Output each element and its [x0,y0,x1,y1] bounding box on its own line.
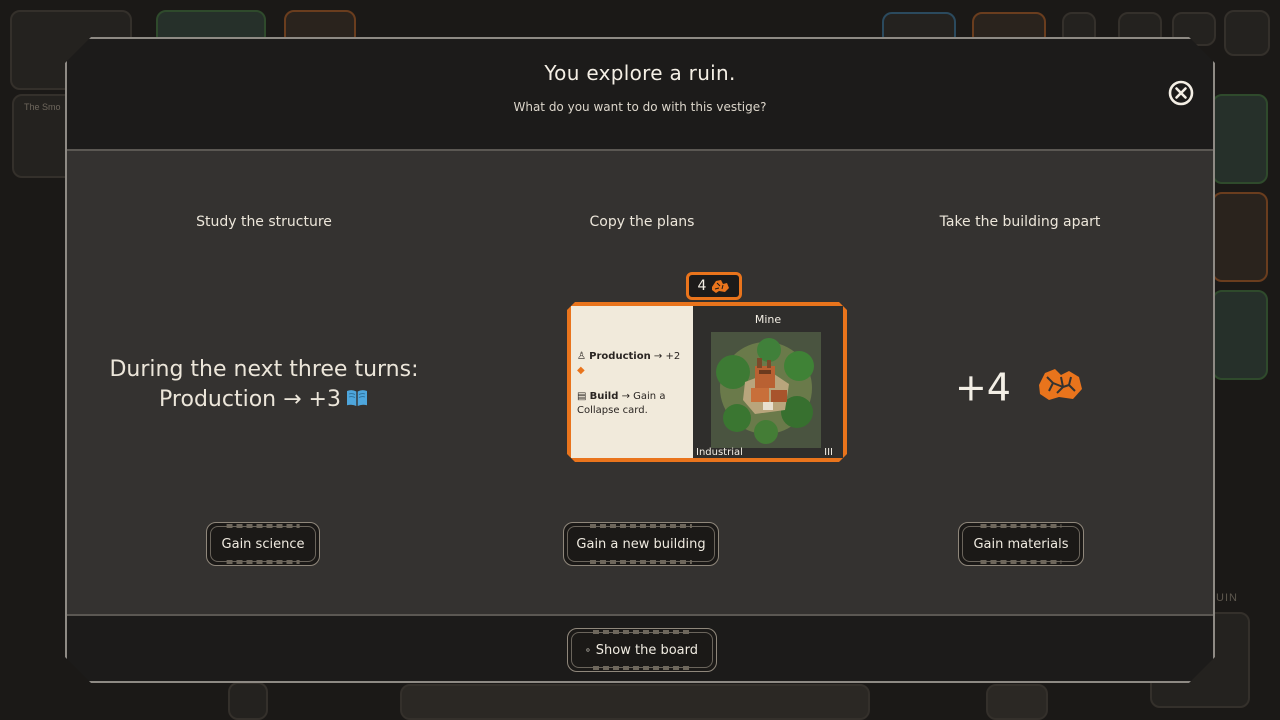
ruin-dialog: You explore a ruin. What do you want to … [65,37,1215,683]
dialog-subtitle: What do you want to do with this vestige… [513,100,767,114]
card-frame: ♙ Production → +2 ◆ ▤ Build → Gain a Col… [567,302,847,462]
cost-badge: 4 [686,272,742,300]
bg-card [1212,94,1268,184]
science-effect: During the next three turns: Production … [75,355,453,417]
button-frame: Gain materials [962,526,1080,562]
option-heading: Take the building apart [939,214,1101,230]
effect-line: During the next three turns: [109,357,419,382]
mine-illustration [711,332,821,448]
close-circle-icon [586,643,590,657]
build-effect: ▤ Build → Gain a Collapse card. [577,390,689,418]
gain-materials-button[interactable]: Gain materials [958,522,1084,566]
bg-card [1212,290,1268,380]
dialog-title: You explore a ruin. [544,61,736,85]
materials-icon [710,278,730,294]
button-frame: Show the board [571,632,713,668]
button-label: Gain a new building [576,536,706,552]
effect-value: → +2 [653,351,681,362]
card-art-panel: Mine Industrial III [693,306,843,458]
bg-panel [400,684,870,720]
effect-keyword: Build [589,391,619,402]
close-button[interactable] [1167,79,1195,107]
ornament [590,524,692,528]
ornament [590,560,692,564]
option-heading: Study the structure [196,214,332,230]
bg-panel [228,682,268,720]
button-label: Gain materials [973,536,1069,552]
effect-line: Production → +3 [159,387,341,412]
close-circle-icon [1167,79,1195,107]
ornament [227,560,300,564]
ornament [980,560,1061,564]
option-take-apart: Take the building apart +4 Gain material… [831,151,1209,614]
button-label: Gain science [221,536,305,552]
bg-panel [986,684,1048,720]
ornament [593,630,691,634]
dialog-header: You explore a ruin. What do you want to … [67,39,1213,149]
bg-card [1212,192,1268,282]
building-card: ♙ Production → +2 ◆ ▤ Build → Gain a Col… [567,285,849,463]
worker-icon: ♙ [577,351,586,362]
bg-panel [1224,10,1270,56]
option-heading: Copy the plans [589,214,695,230]
options-area: Study the structure During the next thre… [67,149,1213,616]
gain-building-button[interactable]: Gain a new building [563,522,719,566]
gain-value: +4 [954,365,1011,410]
book-icon [345,387,369,417]
ornament [980,524,1061,528]
gain-science-button[interactable]: Gain science [206,522,320,566]
materials-icon: ◆ [577,365,585,376]
cost-value: 4 [697,278,707,294]
card-category: Industrial [696,447,743,458]
build-icon: ▤ [577,391,587,402]
ornament [227,524,300,528]
option-copy: Copy the plans ♙ Production → +2 ◆ ▤ Bui… [453,151,831,614]
button-frame: Gain a new building [567,526,715,562]
option-study: Study the structure During the next thre… [75,151,453,614]
bg-note-text: The Smo [24,102,61,112]
dialog-footer: Show the board [67,616,1213,685]
card-body: ♙ Production → +2 ◆ ▤ Build → Gain a Col… [571,306,843,458]
card-name: Mine [754,313,782,326]
effect-keyword: Production [589,351,651,362]
button-frame: Gain science [210,526,316,562]
button-label: Show the board [595,642,698,658]
production-effect: ♙ Production → +2 ◆ [577,350,689,378]
card-effects: ♙ Production → +2 ◆ ▤ Build → Gain a Col… [571,306,693,458]
effect-line-2: Production → +3 [75,385,453,417]
ornament [593,666,691,670]
show-board-button[interactable]: Show the board [567,628,717,672]
materials-gain: +4 [831,363,1209,412]
materials-icon [1035,363,1085,412]
